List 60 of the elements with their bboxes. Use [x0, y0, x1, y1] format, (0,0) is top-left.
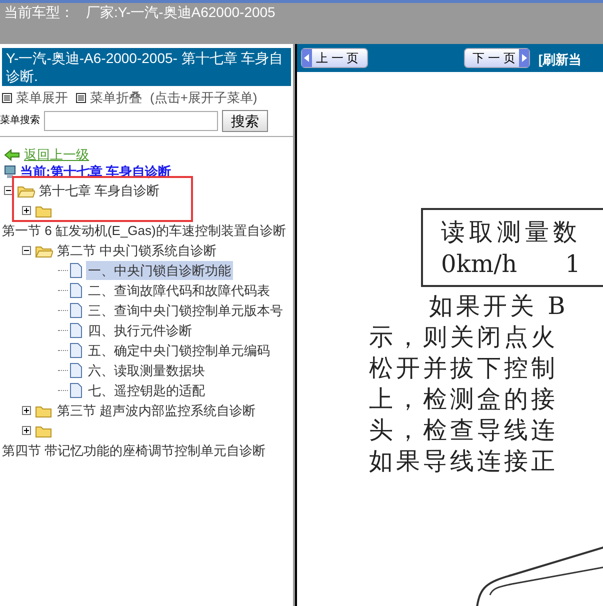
back-link[interactable]: 返回上一级 [24, 144, 89, 164]
plus-icon [22, 406, 31, 415]
section-title[interactable]: 第一节 6 缸发动机(E_Gas)的车速控制装置自诊断 [0, 220, 286, 240]
folder-label[interactable]: 第三节 超声波内部监控系统自诊断 [57, 402, 256, 418]
page-icon [70, 363, 82, 378]
menu-hint: (点击+展开子菜单) [150, 89, 258, 107]
folder-label[interactable]: 第二节 中央门锁系统自诊断 [57, 242, 217, 258]
computer-icon [4, 164, 16, 178]
folder-icon [35, 204, 53, 218]
folder-label[interactable]: 第十七章 车身自诊断 [39, 182, 160, 198]
plus-icon [22, 426, 31, 435]
collapse-toggle[interactable] [22, 246, 31, 255]
collapse-toggle[interactable] [4, 186, 13, 195]
page-item[interactable]: 六、读取测量数据块 [86, 360, 207, 380]
document-text-line: 如果开关 B [428, 291, 570, 322]
page-item[interactable]: 二、查询故障代码和故障代码表 [86, 280, 272, 300]
document-text-line: 上，检测盒的接 [368, 384, 559, 415]
menu-list-icon [2, 92, 12, 103]
document-text-line: 松开并拔下控制 [368, 353, 559, 384]
document-text-line: 如果导线连接正 [368, 446, 559, 477]
menu-link[interactable]: 菜单折叠 [90, 88, 142, 108]
expand-toggle[interactable] [22, 426, 31, 435]
page-icon [70, 283, 82, 298]
search-button[interactable]: 搜索 [222, 110, 268, 132]
next-page-button[interactable]: 下 一 页 [464, 48, 530, 68]
search-field[interactable] [44, 110, 218, 130]
expand-toggle[interactable] [22, 406, 31, 415]
document-text-line: 头，检查导线连 [368, 415, 559, 446]
menu-list-icon [76, 92, 86, 103]
menu-link[interactable]: 菜单展开 [16, 88, 68, 108]
page-item[interactable]: 三、查询中央门锁控制单元版本号 [86, 300, 285, 320]
page-item[interactable]: 五、确定中央门锁控制单元编码 [86, 340, 272, 360]
minus-icon [22, 246, 31, 255]
expand-toggle[interactable] [22, 206, 31, 215]
page-icon [70, 303, 82, 318]
page-item[interactable]: 四、执行元件诊断 [86, 320, 194, 340]
open-folder-icon [35, 244, 53, 258]
page-item[interactable]: 七、遥控钥匙的适配 [86, 380, 207, 400]
table-value: 0km/h [441, 249, 518, 280]
section-title[interactable]: 第四节 带记忆功能的座椅调节控制单元自诊断 [0, 440, 266, 460]
search-label: 菜单搜索 [0, 114, 40, 128]
table-value: 1 [565, 249, 580, 280]
page-icon [70, 343, 82, 358]
page-item[interactable]: 一、中央门锁自诊断功能 [86, 260, 233, 280]
refresh-link[interactable]: [刷新当 [538, 50, 582, 70]
previous-page-button[interactable]: 上 一 页 [301, 48, 368, 68]
table-heading: 读取测量数 [441, 217, 582, 248]
page-icon [70, 383, 82, 398]
minus-icon [4, 186, 13, 195]
car-model-text: 厂家:Y-一汽-奥迪A62000-2005 [86, 3, 276, 21]
open-folder-icon [17, 184, 35, 198]
page-icon [70, 263, 82, 278]
document-text-line: 示，则关闭点火 [368, 322, 559, 353]
header-label: 当前车型： [4, 3, 74, 21]
sidebar-title: Y-一汽-奥迪-A6-2000-2005- 第十七章 车身自诊断. [2, 48, 291, 86]
page-icon [70, 323, 82, 338]
folder-icon [35, 424, 53, 438]
folder-icon [35, 404, 53, 418]
back-arrow-icon [4, 148, 20, 160]
plus-icon [22, 206, 31, 215]
